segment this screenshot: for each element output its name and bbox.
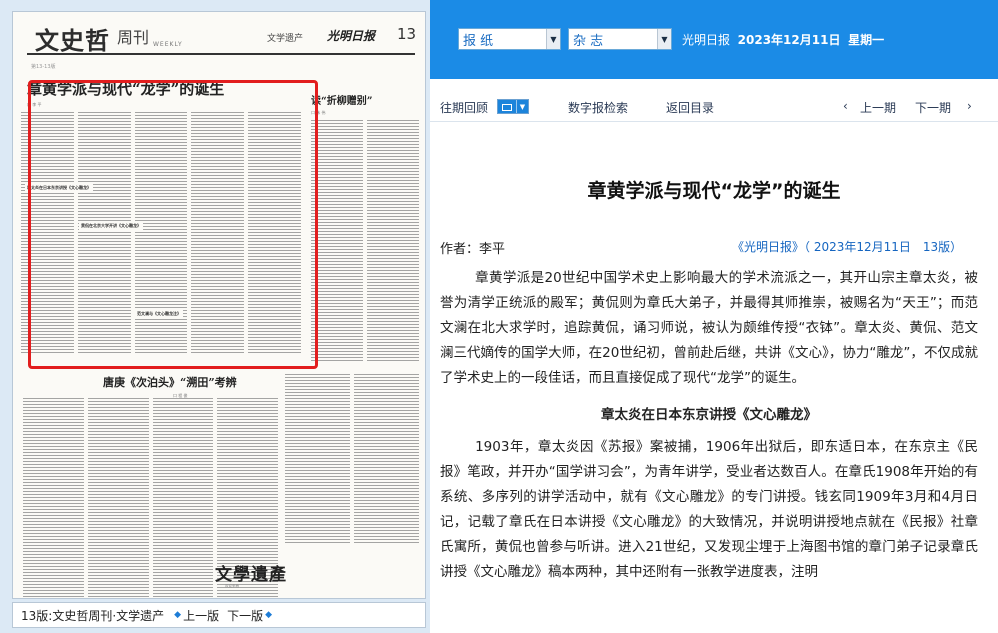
main-article-thumbnail[interactable]: 章黄学派与现代“龙学”的诞生 口 李 平 章太炎在日本东京讲授《文心雕龙》 黄侃… xyxy=(21,72,301,355)
newspaper-select-value: 报 纸 xyxy=(463,33,494,49)
page-root: 文史哲 周刊 WEEKLY 文学遗产 光明日报 13 第13-13版 章黄学派与… xyxy=(0,0,998,633)
article-paragraph: 1903年，章太炎因《苏报》案被捕，1906年出狱后，即东适日本，在东京主《民报… xyxy=(440,439,978,580)
calendar-icon xyxy=(498,100,516,113)
article-subheading: 章太炎在日本东京讲授《文心雕龙》 xyxy=(601,407,817,423)
magazine-select-value: 杂 志 xyxy=(573,33,604,49)
masthead: 文史哲 周刊 WEEKLY 文学遗产 光明日报 13 xyxy=(27,19,417,55)
masthead-page-number: 13 xyxy=(397,25,417,43)
right-article-text-columns xyxy=(311,120,419,362)
paper-name: 光明日报 xyxy=(682,33,731,47)
article-body: 章黄学派是20世纪中国学术史上影响最大的学术流派之一，其开山宗主章太炎，被誉为清… xyxy=(440,266,978,585)
prev-issue-link[interactable]: 上一期 xyxy=(860,99,896,116)
next-issue-link[interactable]: 下一期 xyxy=(915,99,951,116)
chevron-down-icon[interactable]: ▼ xyxy=(546,29,560,49)
edition-label: 13版:文史哲周刊·文学遗产 xyxy=(21,608,165,623)
calendar-picker[interactable]: ▼ xyxy=(497,99,529,114)
page-navigation-bar: 13版:文史哲周刊·文学遗产 ◆ 上一版 下一版 ◆ xyxy=(12,602,426,628)
newspaper-select[interactable]: 报 纸 ▼ xyxy=(458,28,561,50)
mid-article-thumb-title: 唐庚《次泊头》“溯田”考辨 xyxy=(103,376,237,389)
right-bottom-text-columns xyxy=(285,374,419,544)
article-source[interactable]: 《光明日报》（ 2023年12月11日 13版） xyxy=(732,238,962,255)
article-title: 章黄学派与现代“龙学”的诞生 xyxy=(587,180,841,202)
article-paragraph: 章黄学派是20世纪中国学术史上影响最大的学术流派之一，其开山宗主章太炎，被誉为清… xyxy=(440,270,978,386)
back-to-index-link[interactable]: 返回目录 xyxy=(666,99,714,116)
main-subhead-3: 范文澜与《文心雕龙注》 xyxy=(135,310,183,318)
main-article-thumb-title: 章黄学派与现代“龙学”的诞生 xyxy=(27,80,225,98)
main-subhead-1: 章太炎在日本东京讲授《文心雕龙》 xyxy=(25,184,93,192)
chevron-down-icon[interactable]: ▼ xyxy=(657,29,671,49)
masthead-weekly: WEEKLY xyxy=(153,41,183,48)
next-page-arrow-icon: ◆ xyxy=(265,610,273,620)
magazine-select[interactable]: 杂 志 ▼ xyxy=(568,28,672,50)
toolbar: 往期回顾 ▼ 数字报检索 返回目录 ‹ 上一期 下一期 › xyxy=(430,94,998,118)
next-page-link[interactable]: 下一版 xyxy=(227,607,263,624)
digital-search-link[interactable]: 数字报检索 xyxy=(568,99,628,116)
chevron-right-icon: › xyxy=(967,99,972,113)
prev-page-arrow-icon: ◆ xyxy=(174,610,182,620)
masthead-subtitle: 周刊 xyxy=(117,28,150,47)
right-article-thumb-author: 口 朱 伟 xyxy=(311,110,326,115)
main-subhead-2: 黄侃在北京大学开讲《文心雕龙》 xyxy=(79,222,143,230)
masthead-title: 文史哲 xyxy=(35,26,110,55)
logo-caption: 欢迎来稿 xyxy=(225,584,239,588)
masthead-section: 文学遗产 xyxy=(267,34,304,44)
newspaper-page-image[interactable]: 文史哲 周刊 WEEKLY 文学遗产 光明日报 13 第13-13版 章黄学派与… xyxy=(12,11,426,599)
issue-date-info: 光明日报 2023年12月11日 星期一 xyxy=(682,31,884,48)
right-article-thumbnail[interactable]: 读“折柳赠别” 口 朱 伟 xyxy=(311,92,419,362)
main-article-text-columns xyxy=(21,112,301,355)
main-article-thumb-author: 口 李 平 xyxy=(27,102,42,107)
prev-page-link[interactable]: 上一版 xyxy=(183,607,219,624)
newspaper-page-panel: 文史哲 周刊 WEEKLY 文学遗产 光明日报 13 第13-13版 章黄学派与… xyxy=(0,0,430,633)
right-bottom-article-thumbnail[interactable] xyxy=(285,374,419,544)
literary-heritage-logo: 文學遺產 xyxy=(215,565,287,585)
toolbar-divider xyxy=(430,121,998,122)
article-author: 作者：李平 xyxy=(440,242,506,257)
issue-weekday: 星期一 xyxy=(848,33,885,47)
right-article-thumb-title: 读“折柳赠别” xyxy=(311,96,373,107)
issue-date: 2023年12月11日 xyxy=(737,33,841,47)
chevron-down-icon: ▼ xyxy=(516,100,528,113)
chevron-left-icon: ‹ xyxy=(843,99,848,113)
page-stamp: 第13-13版 xyxy=(31,64,56,70)
masthead-brand: 光明日报 xyxy=(327,29,376,43)
history-link[interactable]: 往期回顾 xyxy=(440,99,488,116)
top-bar: 报 纸 ▼ 杂 志 ▼ 光明日报 2023年12月11日 星期一 xyxy=(430,0,998,79)
